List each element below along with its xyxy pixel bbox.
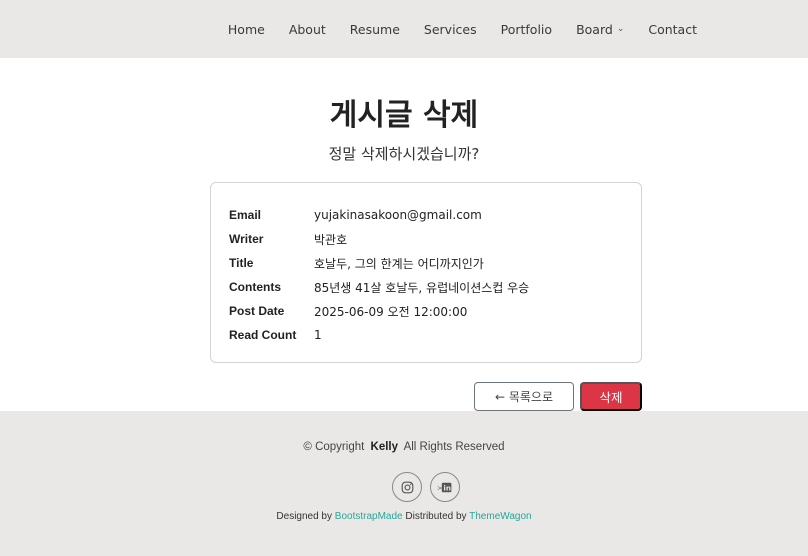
detail-value: yujakinasakoon@gmail.com [314,208,482,222]
detail-label: Contents [229,280,281,294]
detail-label: Post Date [229,304,285,318]
social-links: > in [392,472,460,502]
chevron-down-icon: ⌄ [616,24,625,34]
copyright: © Copyright Kelly All Rights Reserved [0,441,808,453]
instagram-icon[interactable] [392,472,422,502]
page-subtitle: 정말 삭제하시겠습니까? [328,145,480,163]
detail-row-contents: Contents 85년생 41살 호날두, 유럽네이션스컵 우승 [211,275,641,299]
linkedin-icon[interactable]: > in [430,472,460,502]
detail-value: 2025-06-09 오전 12:00:00 [314,304,468,319]
detail-value: 박관호 [314,232,348,247]
nav-portfolio[interactable]: Portfolio [501,22,552,37]
svg-text:in: in [443,483,451,492]
designed-by-label: Designed by [276,511,332,522]
svg-text:>: > [437,483,442,491]
detail-row-post-date: Post Date 2025-06-09 오전 12:00:00 [211,299,641,323]
nav-about[interactable]: About [289,22,326,37]
detail-value: 85년생 41살 호날두, 유럽네이션스컵 우승 [314,280,530,295]
credits: Designed by BootstrapMade Distributed by… [0,511,808,522]
nav-contact[interactable]: Contact [648,22,697,37]
copyright-name: Kelly [370,441,399,453]
site-header: Home About Resume Services Portfolio Boa… [0,0,808,58]
delete-button[interactable]: 삭제 [580,382,642,411]
nav-board-label: Board [576,21,613,37]
post-detail-card: Email yujakinasakoon@gmail.com Writer 박관… [210,182,642,363]
copyright-suffix: All Rights Reserved [403,441,505,453]
page-title: 게시글 삭제 [329,98,479,133]
detail-label: Email [229,208,262,222]
nav-home[interactable]: Home [228,22,265,37]
copyright-prefix: © Copyright [303,441,365,453]
detail-label: Title [229,256,254,270]
detail-row-title: Title 호날두, 그의 한계는 어디까지인가 [211,251,641,275]
distributed-by-label: Distributed by [405,511,467,522]
detail-row-read-count: Read Count 1 [211,323,641,347]
detail-label: Read Count [229,328,297,342]
detail-label: Writer [229,232,264,246]
detail-value: 1 [314,328,322,342]
detail-value: 호날두, 그의 한계는 어디까지인가 [314,256,484,271]
nav-board[interactable]: Board ⌄ [576,22,624,37]
bootstrapmade-link[interactable]: BootstrapMade [335,511,403,522]
themewagon-link[interactable]: ThemeWagon [469,511,531,522]
detail-row-writer: Writer 박관호 [211,227,641,251]
main-nav: Home About Resume Services Portfolio Boa… [228,0,808,58]
site-footer: © Copyright Kelly All Rights Reserved > i… [0,411,808,556]
nav-services[interactable]: Services [424,22,477,37]
back-to-list-button[interactable]: ← 목록으로 [474,382,574,411]
nav-resume[interactable]: Resume [350,22,400,37]
detail-row-email: Email yujakinasakoon@gmail.com [211,203,641,227]
